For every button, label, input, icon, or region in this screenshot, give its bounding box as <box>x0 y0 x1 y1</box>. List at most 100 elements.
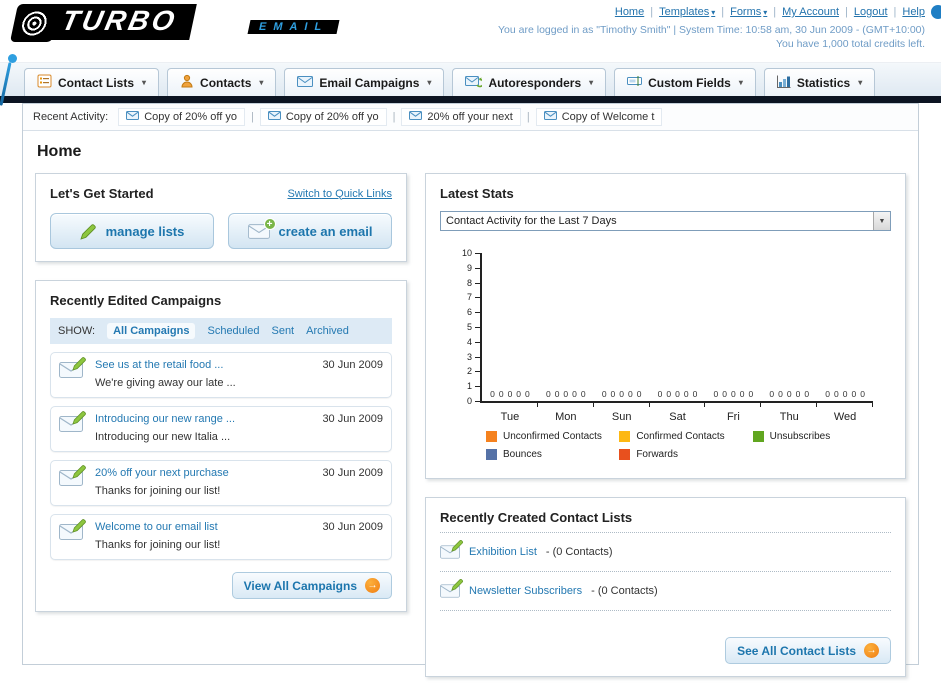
nav-templates[interactable]: Templates ▾ <box>659 6 715 18</box>
stats-period-select[interactable]: Contact Activity for the Last 7 Days ▼ <box>440 211 891 231</box>
campaign-title-link[interactable]: See us at the retail food ... <box>95 359 314 371</box>
contact-list-link[interactable]: Newsletter Subscribers <box>469 585 582 597</box>
chart-category-label: Tue <box>500 411 520 423</box>
nav-separator: | <box>650 6 654 18</box>
divider <box>440 532 891 533</box>
chart-category-label: Sun <box>611 411 632 423</box>
y-axis-tick: 7 <box>467 292 481 302</box>
campaign-date: 30 Jun 2009 <box>322 413 383 425</box>
campaign-title-link[interactable]: Introducing our new range ... <box>95 413 314 425</box>
tab-contact-lists[interactable]: Contact Lists ▾ <box>24 68 160 96</box>
contact-list-item: Exhibition List - (0 Contacts) <box>440 539 891 564</box>
email-pencil-icon <box>59 357 95 391</box>
see-all-contact-lists-button[interactable]: See All Contact Lists → <box>725 637 891 664</box>
legend-swatch <box>619 449 631 460</box>
recent-activity-item-label: Copy of Welcome t <box>561 111 655 123</box>
chart-value-labels: 00000 <box>545 389 586 399</box>
chevron-down-icon: ▾ <box>589 78 594 87</box>
stats-period-value: Contact Activity for the Last 7 Days <box>446 215 617 227</box>
recent-activity-item-label: Copy of 20% off yo <box>285 111 379 123</box>
nav-home[interactable]: Home <box>615 6 644 18</box>
email-pencil-icon <box>59 465 95 499</box>
filter-scheduled[interactable]: Scheduled <box>207 325 259 337</box>
recent-activity-item[interactable]: Copy of 20% off yo <box>118 108 245 126</box>
chart-category-label: Thu <box>779 411 799 423</box>
switch-to-quick-links-link[interactable]: Switch to Quick Links <box>287 188 392 200</box>
legend-item-bounces: Bounces <box>486 449 619 460</box>
y-axis-tick: 4 <box>467 337 481 347</box>
statistics-icon <box>776 75 791 91</box>
y-axis-tick: 1 <box>467 381 481 391</box>
recent-campaigns-panel: Recently Edited Campaigns SHOW: All Camp… <box>35 280 407 612</box>
view-all-campaigns-button[interactable]: View All Campaigns → <box>231 572 392 599</box>
chart-value-labels: 00000 <box>713 389 754 399</box>
arrow-right-icon: → <box>365 578 380 593</box>
chevron-down-icon: ▾ <box>858 78 863 87</box>
tab-autoresponders[interactable]: Autoresponders ▾ <box>452 68 607 96</box>
campaign-filter-bar: SHOW: All Campaigns Scheduled Sent Archi… <box>50 318 392 344</box>
plus-icon: + <box>263 217 276 230</box>
chevron-down-icon: ▾ <box>142 78 147 87</box>
recent-activity-item[interactable]: Copy of Welcome t <box>535 108 663 126</box>
tab-label: Contact Lists <box>58 75 135 90</box>
y-axis-tick: 0 <box>467 396 481 406</box>
contact-lists-icon <box>37 74 52 91</box>
campaign-title-link[interactable]: Welcome to our email list <box>95 521 314 533</box>
manage-lists-button[interactable]: manage lists <box>50 213 214 249</box>
legend-item-confirmed-contacts: Confirmed Contacts <box>619 431 752 442</box>
contact-activity-chart: 10 9 8 7 6 5 4 3 2 1 0 0 0 0 0 0 Tue 0 0 0 0 0 Mon 0 0 0 0 0 Sun 0 0 0 0… <box>444 248 887 460</box>
logo-text-turbo: TURBO <box>44 4 197 40</box>
campaign-item: Introducing our new range ... Introducin… <box>50 406 392 452</box>
list-pencil-icon <box>440 539 464 559</box>
create-email-button[interactable]: + create an email <box>228 213 392 249</box>
filter-sent[interactable]: Sent <box>271 325 294 337</box>
chart-day-group: 0 0 0 0 0 Tue <box>482 253 538 423</box>
campaign-date: 30 Jun 2009 <box>322 359 383 371</box>
manage-lists-label: manage lists <box>105 223 185 239</box>
recent-contact-lists-title: Recently Created Contact Lists <box>440 510 633 525</box>
recent-activity-item[interactable]: Copy of 20% off yo <box>259 108 387 126</box>
chart-category-label: Sat <box>669 411 686 423</box>
y-axis-tick: 6 <box>467 307 481 317</box>
tab-email-campaigns[interactable]: Email Campaigns ▾ <box>284 68 445 96</box>
recent-campaigns-title: Recently Edited Campaigns <box>50 293 222 308</box>
recent-activity-item[interactable]: 20% off your next <box>401 108 521 126</box>
email-pencil-icon <box>59 519 95 553</box>
content-frame: Recent Activity: Copy of 20% off yo | Co… <box>22 103 919 677</box>
contact-list-link[interactable]: Exhibition List <box>469 546 537 558</box>
chart-legend: Unconfirmed Contacts Confirmed Contacts Un… <box>486 431 886 460</box>
logo-text-email: EMAIL <box>247 20 340 34</box>
nav-separator: | <box>773 6 777 18</box>
tab-label: Email Campaigns <box>319 75 420 90</box>
nav-forms-label: Forms <box>730 6 762 18</box>
list-pencil-icon <box>440 578 464 598</box>
tab-statistics[interactable]: Statistics ▾ <box>763 68 876 96</box>
nav-logout[interactable]: Logout <box>854 6 888 18</box>
filter-all-campaigns[interactable]: All Campaigns <box>107 323 196 339</box>
chart-category-label: Fri <box>726 411 740 423</box>
get-started-title: Let's Get Started <box>50 186 154 201</box>
campaign-subtitle: Thanks for joining our list! <box>95 485 221 497</box>
login-info: You are logged in as "Timothy Smith" | S… <box>498 24 925 36</box>
tab-contacts[interactable]: Contacts ▾ <box>167 68 277 96</box>
campaign-subtitle: Thanks for joining our list! <box>95 539 221 551</box>
nav-my-account[interactable]: My Account <box>782 6 839 18</box>
nav-forms[interactable]: Forms ▾ <box>730 6 767 18</box>
chevron-down-icon: ▾ <box>711 7 716 17</box>
arrow-right-icon: → <box>864 643 879 658</box>
nav-separator: | <box>721 6 725 18</box>
y-axis-tick: 9 <box>467 263 481 273</box>
custom-fields-icon <box>627 75 643 90</box>
nav-help[interactable]: Help <box>902 6 925 18</box>
contact-list-count: - (0 Contacts) <box>591 585 658 597</box>
contact-list-count: - (0 Contacts) <box>545 546 613 558</box>
tab-label: Contacts <box>200 75 252 90</box>
campaign-title-link[interactable]: 20% off your next purchase <box>95 467 314 479</box>
credits-info: You have 1,000 total credits left. <box>775 38 925 50</box>
nav-separator: | <box>893 6 897 18</box>
chart-category-label: Mon <box>555 411 577 423</box>
tab-custom-fields[interactable]: Custom Fields ▾ <box>614 68 756 96</box>
email-icon <box>267 111 281 123</box>
chart-day-group: 0 0 0 0 0 Sun <box>594 253 650 423</box>
filter-archived[interactable]: Archived <box>306 325 349 337</box>
